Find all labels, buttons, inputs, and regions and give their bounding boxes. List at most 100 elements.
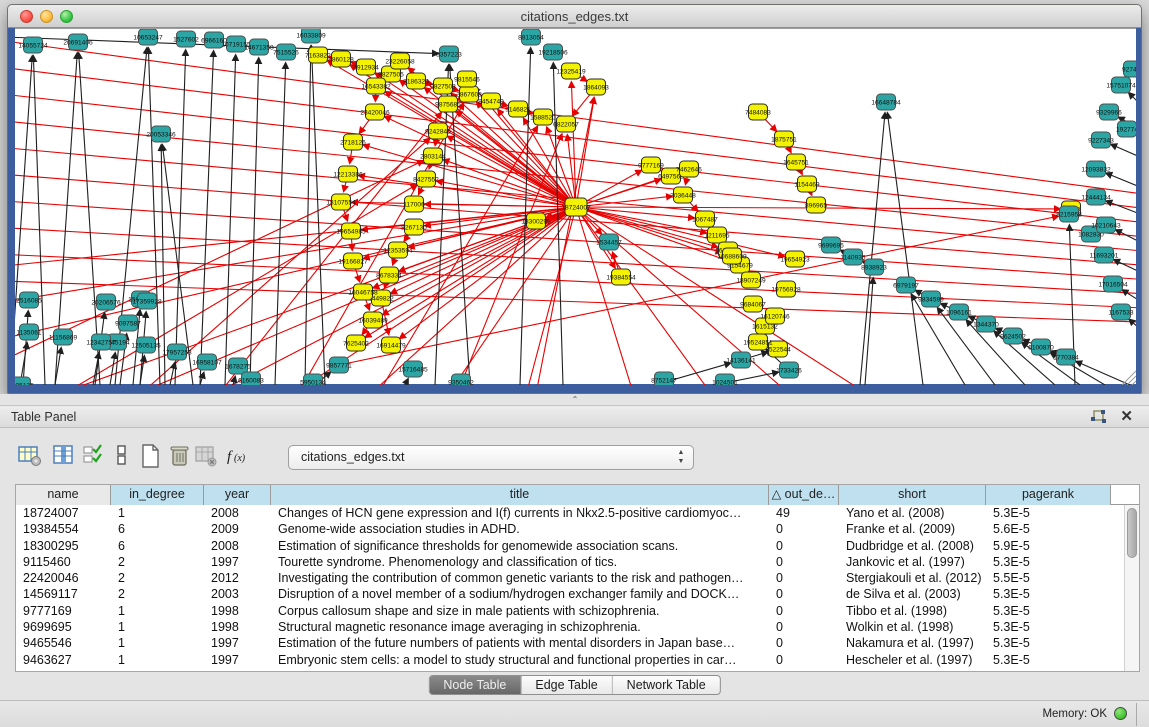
vertical-scrollbar[interactable] <box>1124 505 1139 672</box>
graph-node-teal[interactable]: 8752147 <box>651 372 677 385</box>
table-row[interactable]: 946362711997Embryonic stem cells: a mode… <box>16 652 1139 668</box>
graph-node-yellow[interactable]: 8454749 <box>478 93 504 109</box>
graph-node-teal[interactable]: 1135061 <box>16 324 42 340</box>
graph-node-teal[interactable]: 9857771 <box>326 357 352 373</box>
column-header-name[interactable]: name <box>16 485 111 505</box>
graph-node-yellow[interactable]: 9815546 <box>454 71 480 87</box>
graph-node-yellow[interactable]: 7484083 <box>745 104 771 120</box>
graph-node-yellow[interactable]: 8678334 <box>376 267 402 283</box>
graph-node-teal[interactable]: 19218506 <box>538 44 568 60</box>
graph-node-yellow[interactable]: 8427552 <box>413 171 439 187</box>
graph-node-yellow[interactable]: 2036448 <box>670 187 696 203</box>
graph-node-teal[interactable]: 15716485 <box>398 361 428 377</box>
table-row[interactable]: 2242004622012Investigating the contribut… <box>16 570 1139 586</box>
float-panel-icon[interactable] <box>1089 409 1107 425</box>
row-select-check-button[interactable] <box>80 442 108 472</box>
new-table-button[interactable] <box>136 442 164 472</box>
graph-node-yellow[interactable]: 6822057 <box>553 116 579 132</box>
graph-node-yellow[interactable]: 12325419 <box>556 63 586 79</box>
table-row[interactable]: 911546021997Tourette syndrome. Phenomeno… <box>16 554 1139 570</box>
graph-node-teal[interactable]: 11693201 <box>1090 247 1119 263</box>
graph-node-teal[interactable]: 6979197 <box>893 277 919 293</box>
graph-node-teal[interactable]: 9834599 <box>918 291 944 307</box>
graph-node-teal[interactable]: 2516085 <box>16 292 42 308</box>
graph-node-teal[interactable]: 14055724 <box>18 37 48 53</box>
function-builder-button[interactable]: f(x) <box>224 442 252 472</box>
column-header-in_degree[interactable]: in_degree <box>111 485 204 505</box>
graph-node-teal[interactable]: 1733426 <box>776 362 802 378</box>
graph-node-teal[interactable]: 8215958 <box>1056 206 1082 222</box>
graph-node-teal[interactable]: 5905135 <box>15 377 34 385</box>
graph-node-teal[interactable]: 6160083 <box>238 372 264 385</box>
graph-node-teal[interactable]: 16648784 <box>871 94 901 110</box>
graph-node-teal[interactable]: 16033809 <box>296 29 326 43</box>
graph-node-yellow[interactable]: 19756928 <box>771 281 801 297</box>
graph-node-yellow[interactable]: 9146821 <box>505 101 531 117</box>
graph-node-teal[interactable]: 15751074 <box>1106 77 1136 93</box>
table-row[interactable]: 1938455462009Genome-wide association stu… <box>16 521 1139 537</box>
graph-node-yellow[interactable]: 8912934 <box>353 59 379 75</box>
graph-node-teal[interactable]: 1527602 <box>173 31 199 47</box>
tab-node-table[interactable]: Node Table <box>429 676 521 694</box>
graph-node-yellow[interactable]: 12353594 <box>383 242 413 258</box>
graph-node-teal[interactable]: 5950134 <box>300 374 326 385</box>
table-row[interactable]: 946554611997Estimation of the future num… <box>16 635 1139 651</box>
graph-node-yellow[interactable]: 7462646 <box>676 161 702 177</box>
graph-node-teal[interactable]: 1534457 <box>596 234 622 250</box>
graph-node-teal[interactable]: 20206576 <box>91 294 121 310</box>
scrollbar-thumb[interactable] <box>1127 508 1137 558</box>
graph-node-yellow[interactable]: 1211695 <box>704 227 730 243</box>
graph-node-teal[interactable]: 9624502 <box>1000 328 1026 344</box>
graph-node-teal[interactable]: 9699695 <box>818 237 844 253</box>
network-view-canvas[interactable]: 1599811700619277489696592741210245011067… <box>15 28 1136 384</box>
graph-node-teal[interactable]: 8938923 <box>861 259 887 275</box>
window-title-bar[interactable]: citations_edges.txt <box>8 5 1141 28</box>
splitter-handle[interactable]: ⌃ <box>570 396 580 403</box>
graph-node-teal[interactable]: 1167533 <box>1108 304 1134 320</box>
graph-node-yellow[interactable]: 896965 <box>805 197 827 213</box>
memory-ok-indicator[interactable] <box>1114 707 1127 720</box>
graph-node-yellow[interactable]: 23420046 <box>360 104 390 120</box>
graph-node-yellow[interactable]: 9242845 <box>425 123 451 139</box>
graph-node-yellow[interactable]: 9827508 <box>430 78 456 94</box>
graph-node-yellow[interactable]: 117006 <box>403 196 425 212</box>
close-panel-icon[interactable]: ✕ <box>1120 407 1133 425</box>
graph-node-teal[interactable]: 12444134 <box>1081 189 1111 205</box>
graph-node-yellow[interactable]: 1864093 <box>583 79 609 95</box>
graph-node-yellow[interactable]: 9777169 <box>638 157 664 173</box>
column-pair-button[interactable] <box>108 442 136 472</box>
graph-node-teal[interactable]: 1770384 <box>1053 349 1079 365</box>
graph-node-teal[interactable]: 1096161 <box>946 304 972 320</box>
graph-node-yellow[interactable]: 8186328 <box>403 73 429 89</box>
column-header-title[interactable]: title <box>271 485 769 505</box>
graph-node-teal[interactable]: 8357223 <box>436 46 462 62</box>
tab-edge-table[interactable]: Edge Table <box>521 676 612 694</box>
column-header-short[interactable]: short <box>839 485 986 505</box>
graph-node-teal[interactable]: 192774 <box>1116 121 1136 137</box>
graph-node-teal[interactable]: 1140935 <box>840 249 866 265</box>
graph-node-teal[interactable]: 9227343 <box>1088 132 1114 148</box>
delete-table-button[interactable] <box>166 442 194 472</box>
graph-node-yellow[interactable]: 8860128 <box>328 51 354 67</box>
resize-grip-icon[interactable] <box>1132 381 1136 385</box>
table-row[interactable]: 1456911722003Disruption of a novel membe… <box>16 586 1139 602</box>
graph-node-teal[interactable]: 14136141 <box>726 352 756 368</box>
column-header-out_de[interactable]: △ out_de… <box>769 485 839 505</box>
graph-node-yellow[interactable]: 1067487 <box>692 211 718 227</box>
graph-node-yellow[interactable]: 9875685 <box>435 96 461 112</box>
tab-network-table[interactable]: Network Table <box>613 676 720 694</box>
graph-node-teal[interactable]: 9329966 <box>1096 104 1122 120</box>
column-header-year[interactable]: year <box>204 485 271 505</box>
graph-node-yellow[interactable]: 7625402 <box>343 335 369 351</box>
graph-node-teal[interactable]: 8813054 <box>518 29 544 45</box>
graph-node-yellow[interactable]: 8267130 <box>401 219 427 235</box>
graph-node-yellow[interactable]: 18724007 <box>561 198 591 216</box>
table-row[interactable]: 969969511998Structural magnetic resonanc… <box>16 619 1139 635</box>
table-row[interactable]: 1830029562008Estimation of significance … <box>16 538 1139 554</box>
graph-node-teal[interactable]: 9097587 <box>115 315 141 331</box>
table-row[interactable]: 1872400712008Changes of HCN gene express… <box>16 505 1139 521</box>
graph-node-teal[interactable]: 20691406 <box>63 34 93 50</box>
graph-node-yellow[interactable]: 1875751 <box>771 131 797 147</box>
table-selector-dropdown[interactable]: citations_edges.txt ▲▼ <box>288 445 694 470</box>
import-table-button[interactable] <box>192 442 220 472</box>
